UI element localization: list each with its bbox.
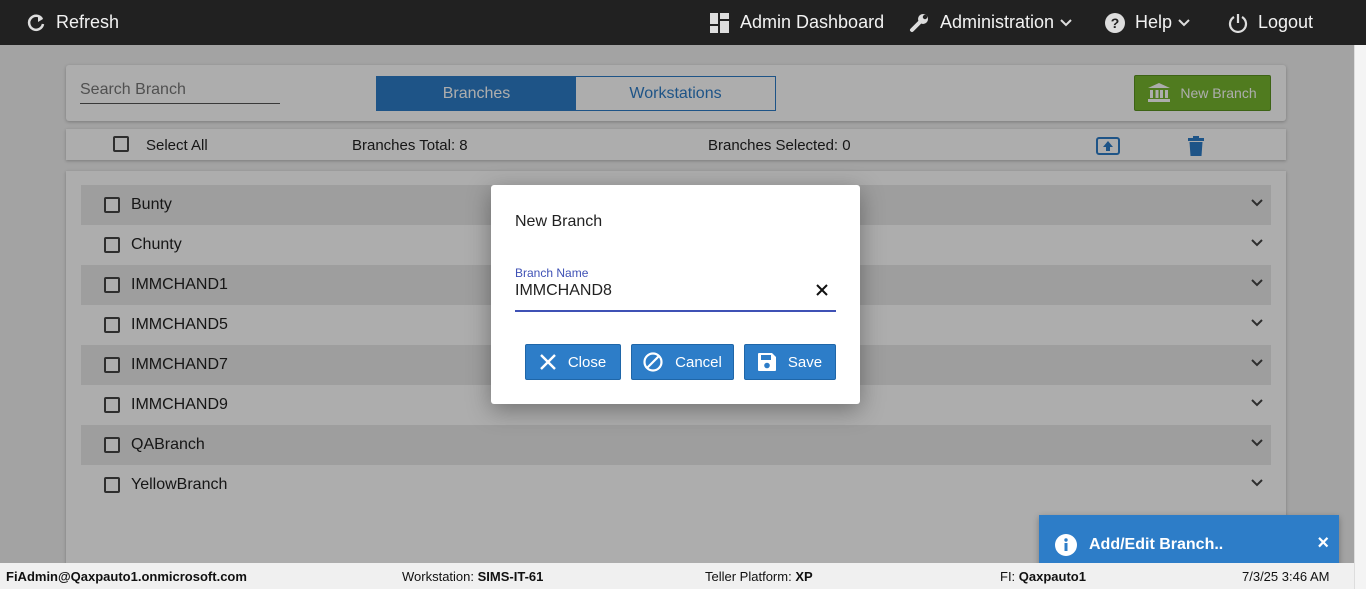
fi-label: FI: [1000, 569, 1019, 584]
platform-value: XP [795, 569, 813, 584]
workstation-label: Workstation: [402, 569, 478, 584]
status-platform: Teller Platform: XP [705, 569, 813, 584]
status-workstation: Workstation: SIMS-IT-61 [402, 569, 543, 584]
admin-dashboard-label: Admin Dashboard [740, 12, 885, 32]
dashboard-icon [710, 12, 729, 33]
status-bar: FiAdmin@Qaxpauto1.onmicrosoft.com Workst… [0, 563, 1366, 589]
info-icon [1055, 533, 1077, 556]
refresh-label: Refresh [56, 12, 120, 32]
refresh-button[interactable]: Refresh [26, 0, 119, 45]
cancel-button[interactable]: Cancel [631, 344, 734, 380]
status-time: 7/3/25 3:46 AM [1242, 569, 1330, 584]
wrench-icon [910, 13, 928, 32]
new-branch-dialog: New Branch Branch Name IMMCHAND8 Close C… [491, 185, 860, 404]
clear-icon[interactable] [816, 284, 828, 296]
save-label: Save [787, 353, 823, 371]
top-navigation-bar: Refresh Admin Dashboard Administration ?… [0, 0, 1366, 45]
ban-icon [643, 352, 663, 372]
logout-label: Logout [1258, 12, 1314, 32]
fi-value: Qaxpauto1 [1018, 569, 1086, 584]
floppy-disk-icon [757, 353, 776, 371]
administration-label: Administration [940, 12, 1055, 32]
help-label: Help [1135, 12, 1173, 32]
toast-close-button[interactable]: × [1317, 532, 1329, 555]
cancel-label: Cancel [675, 353, 722, 371]
branch-name-label: Branch Name [515, 266, 589, 280]
svg-text:?: ? [1111, 15, 1120, 31]
branch-name-input[interactable]: IMMCHAND8 [515, 280, 836, 312]
chevron-down-icon [1060, 18, 1072, 26]
close-icon [539, 354, 556, 370]
platform-label: Teller Platform: [705, 569, 796, 584]
save-button[interactable]: Save [744, 344, 836, 380]
close-label: Close [567, 353, 607, 371]
help-icon: ? [1105, 12, 1125, 33]
page-scrollbar[interactable] [1354, 45, 1366, 589]
dialog-title: New Branch [515, 213, 603, 230]
power-icon [1228, 13, 1248, 33]
branch-name-value: IMMCHAND8 [515, 282, 612, 299]
administration-menu[interactable]: Administration [908, 0, 1072, 45]
workstation-value: SIMS-IT-61 [477, 569, 544, 584]
help-menu[interactable]: ? Help [1105, 0, 1190, 45]
admin-dashboard-link[interactable]: Admin Dashboard [710, 0, 884, 45]
chevron-down-icon [1178, 18, 1190, 26]
toast-message: Add/Edit Branch.. [1089, 535, 1224, 553]
close-button[interactable]: Close [525, 344, 621, 380]
logout-button[interactable]: Logout [1228, 0, 1313, 45]
status-fi: FI: Qaxpauto1 [1000, 569, 1086, 584]
status-user: FiAdmin@Qaxpauto1.onmicrosoft.com [6, 569, 247, 584]
refresh-icon [27, 14, 45, 31]
